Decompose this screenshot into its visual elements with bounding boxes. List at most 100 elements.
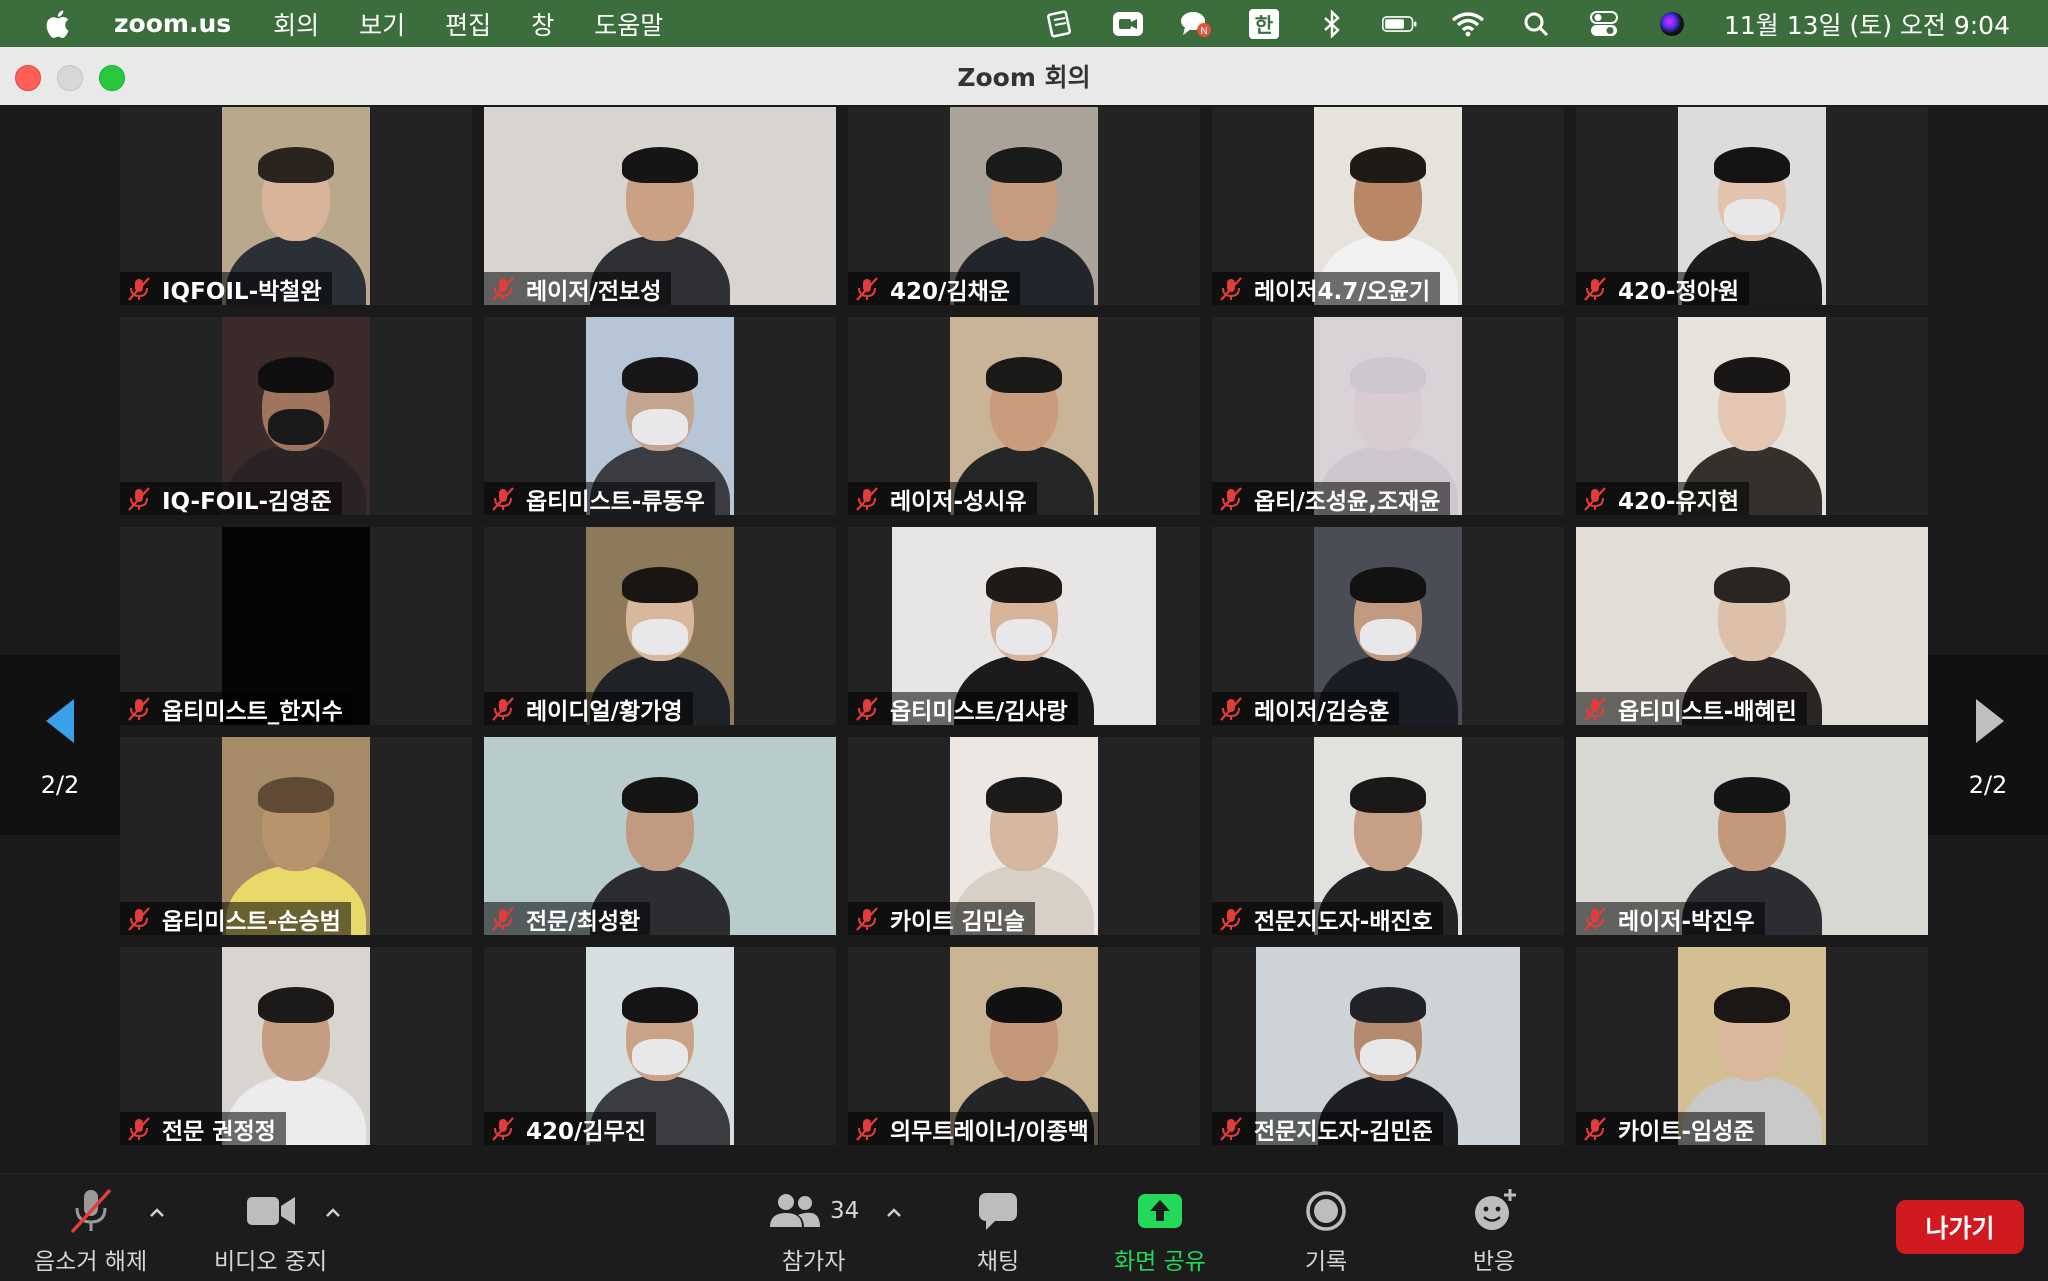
close-window-button[interactable]	[15, 65, 41, 91]
participants-options-chevron-up-icon[interactable]	[883, 1202, 905, 1224]
participant-tile[interactable]: 카이트 김민슬	[848, 737, 1200, 935]
audio-options-chevron-up-icon[interactable]	[146, 1202, 168, 1224]
participant-tile[interactable]: 전문지도자-배진호	[1212, 737, 1564, 935]
participant-tile[interactable]: 레이저/전보성	[484, 107, 836, 305]
muted-mic-icon	[128, 696, 150, 721]
person-hair	[622, 567, 698, 603]
apple-icon[interactable]	[42, 7, 76, 41]
search-icon[interactable]	[1518, 9, 1554, 39]
person-hair	[622, 357, 698, 393]
chat-notification-icon[interactable]: N	[1178, 9, 1214, 39]
muted-mic-icon	[492, 906, 514, 931]
person-hair	[1350, 777, 1426, 813]
person-hair	[986, 987, 1062, 1023]
muted-mic-icon	[856, 696, 878, 721]
share-screen-button[interactable]: 화면 공유	[1114, 1186, 1206, 1276]
participant-tile[interactable]: 레이저-박진우	[1576, 737, 1928, 935]
participant-tile[interactable]: 레이디얼/황가영	[484, 527, 836, 725]
participant-name: 옵티미스트/김사랑	[890, 698, 1068, 725]
menu-meeting[interactable]: 회의	[273, 6, 319, 42]
window-title: Zoom 회의	[957, 63, 1091, 92]
zoom-video-icon[interactable]	[1110, 9, 1146, 39]
participant-name: 카이트 김민슬	[890, 908, 1025, 935]
menubar: zoom.us 회의 보기 편집 창 도움말 N 한 11월 13일 (토) 오…	[0, 0, 2048, 47]
participant-name-tag: 레이저-박진우	[1576, 902, 1765, 935]
participant-tile[interactable]: 전문 권정정	[120, 947, 472, 1145]
participant-name: 옵티미스트-배혜린	[1618, 698, 1797, 725]
control-center-icon[interactable]	[1586, 9, 1622, 39]
participant-name-tag: 레이디얼/황가영	[484, 692, 693, 725]
menu-window[interactable]: 창	[531, 6, 554, 42]
participant-tile[interactable]: 레이저4.7/오윤기	[1212, 107, 1564, 305]
person-hair	[258, 777, 334, 813]
participant-tile[interactable]: 전문지도자-김민준	[1212, 947, 1564, 1145]
participants-count: 34	[830, 1198, 860, 1224]
next-page-button[interactable]: 2/2	[1928, 655, 2048, 835]
chat-button[interactable]: 채팅	[976, 1186, 1020, 1276]
person-hair	[1714, 567, 1790, 603]
video-gallery: 2/2 2/2 IQFOIL-박철완 레이저/전보성 420/김채운 레이저4.7/오…	[0, 105, 2048, 1173]
participant-tile[interactable]: IQ-FOIL-김영준	[120, 317, 472, 515]
previous-page-button[interactable]: 2/2	[0, 655, 120, 835]
participant-name-tag: 의무트레이너/이종백	[848, 1112, 1099, 1145]
participant-tile[interactable]: 레이저/김승훈	[1212, 527, 1564, 725]
app-menu-zoom[interactable]: zoom.us	[114, 9, 231, 38]
maximize-window-button[interactable]	[99, 65, 125, 91]
bluetooth-icon[interactable]	[1314, 9, 1350, 39]
video-options-chevron-up-icon[interactable]	[322, 1202, 344, 1224]
participant-name: 레이저-성시유	[890, 488, 1027, 515]
participant-name: 전문/최성환	[526, 908, 641, 935]
participant-tile[interactable]: IQFOIL-박철완	[120, 107, 472, 305]
participant-tile[interactable]: 카이트-임성준	[1576, 947, 1928, 1145]
document-icon[interactable]	[1042, 9, 1078, 39]
record-label: 기록	[1304, 1249, 1348, 1275]
participant-tile[interactable]: 옵티미스트/김사랑	[848, 527, 1200, 725]
menu-edit[interactable]: 편집	[445, 6, 491, 42]
participant-tile[interactable]: 420/김무진	[484, 947, 836, 1145]
leave-meeting-button[interactable]: 나가기	[1896, 1200, 2024, 1254]
siri-icon[interactable]	[1654, 9, 1690, 39]
muted-mic-icon	[1220, 696, 1242, 721]
reactions-button[interactable]: 반응	[1470, 1186, 1518, 1276]
participant-tile[interactable]: 옵티미스트-손승범	[120, 737, 472, 935]
record-button[interactable]: 기록	[1304, 1186, 1348, 1276]
menu-help[interactable]: 도움말	[594, 6, 663, 42]
person-hair	[1350, 357, 1426, 393]
unmute-button[interactable]: 음소거 해제	[34, 1186, 147, 1276]
muted-mic-icon	[492, 1116, 514, 1141]
person-hair	[258, 147, 334, 183]
person-hair	[622, 777, 698, 813]
participant-tile[interactable]: 레이저-성시유	[848, 317, 1200, 515]
participant-name-tag: 옵티미스트_한지수	[120, 692, 353, 725]
participant-name: 옵티/조성윤,조재윤	[1254, 488, 1441, 515]
participant-name: 옵티미스트-류동우	[526, 488, 705, 515]
input-method-icon[interactable]: 한	[1246, 8, 1282, 39]
participant-tile[interactable]: 옵티미스트-배혜린	[1576, 527, 1928, 725]
minimize-window-button[interactable]	[57, 65, 83, 91]
participant-tile[interactable]: 옵티미스트-류동우	[484, 317, 836, 515]
participant-name: 420-정아원	[1618, 278, 1740, 305]
muted-mic-icon	[492, 486, 514, 511]
menu-view[interactable]: 보기	[359, 6, 405, 42]
participant-tile[interactable]: 옵티미스트_한지수	[120, 527, 472, 725]
participant-tile[interactable]: 420-유지현	[1576, 317, 1928, 515]
participant-tile[interactable]: 420/김채운	[848, 107, 1200, 305]
battery-icon[interactable]	[1381, 9, 1418, 39]
participant-name: IQFOIL-박철완	[162, 278, 322, 305]
participant-name: 레이디얼/황가영	[526, 698, 683, 725]
participant-name: 레이저-박진우	[1618, 908, 1755, 935]
menubar-clock[interactable]: 11월 13일 (토) 오전 9:04	[1724, 6, 2010, 42]
participant-name: 의무트레이너/이종백	[890, 1118, 1089, 1145]
participant-tile[interactable]: 420-정아원	[1576, 107, 1928, 305]
stop-video-button[interactable]: 비디오 중지	[214, 1186, 327, 1276]
participant-tile[interactable]: 옵티/조성윤,조재윤	[1212, 317, 1564, 515]
muted-mic-icon	[492, 276, 514, 301]
participant-name-tag: IQFOIL-박철완	[120, 272, 332, 305]
participants-button[interactable]: 34 참가자	[768, 1186, 859, 1276]
participant-name: 레이저/김승훈	[1254, 698, 1390, 725]
page-indicator-right: 2/2	[1968, 771, 2008, 799]
traffic-lights	[15, 65, 141, 91]
wifi-icon[interactable]	[1450, 9, 1486, 39]
participant-tile[interactable]: 전문/최성환	[484, 737, 836, 935]
participant-tile[interactable]: 의무트레이너/이종백	[848, 947, 1200, 1145]
